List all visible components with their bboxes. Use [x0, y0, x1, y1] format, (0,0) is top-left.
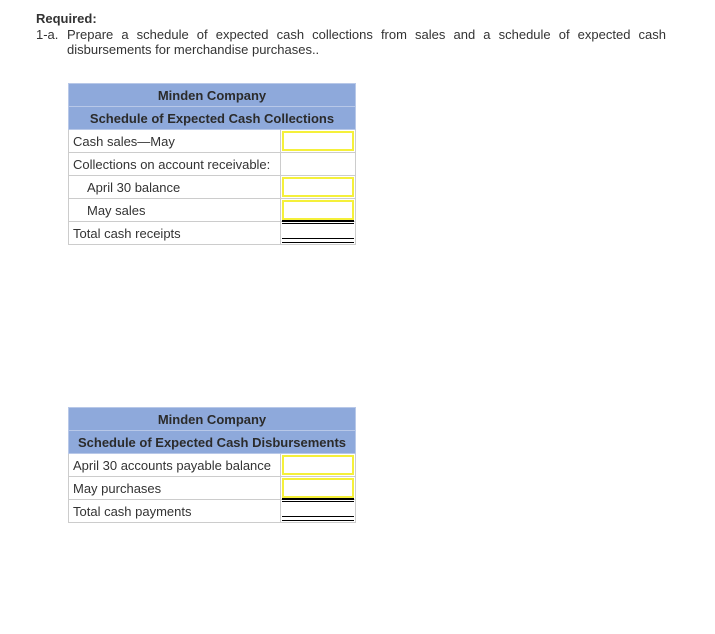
row-label: April 30 accounts payable balance [68, 453, 281, 477]
table-row: Cash sales—May [68, 129, 356, 153]
company-name: Minden Company [68, 83, 356, 107]
instruction-number: 1-a. [36, 27, 59, 42]
instruction-text: Prepare a schedule of expected cash coll… [67, 27, 666, 57]
row-label: Collections on account receivable: [68, 152, 281, 176]
company-name: Minden Company [68, 407, 356, 431]
instruction: 1-a. Prepare a schedule of expected cash… [36, 27, 666, 57]
table-row: Total cash receipts [68, 221, 356, 245]
total-cash-receipts-value [282, 223, 354, 244]
april-30-ap-balance-input[interactable] [282, 455, 354, 475]
schedule-title: Schedule of Expected Cash Disbursements [68, 430, 356, 454]
schedule-title: Schedule of Expected Cash Collections [68, 106, 356, 130]
cash-collections-schedule: Minden Company Schedule of Expected Cash… [68, 83, 356, 245]
row-label: April 30 balance [68, 175, 281, 199]
april-30-balance-input[interactable] [282, 177, 354, 197]
row-label: Total cash payments [68, 499, 281, 523]
table-row: April 30 accounts payable balance [68, 453, 356, 477]
empty-cell [280, 152, 356, 176]
total-cash-payments-value [282, 501, 354, 522]
row-label: Total cash receipts [68, 221, 281, 245]
row-label: May purchases [68, 476, 281, 500]
cash-sales-may-input[interactable] [282, 131, 354, 151]
may-sales-input[interactable] [282, 200, 354, 220]
required-heading: Required: [36, 11, 97, 26]
table-row: Total cash payments [68, 499, 356, 523]
table-row: May sales [68, 198, 356, 222]
may-purchases-input[interactable] [282, 478, 354, 498]
table-row: May purchases [68, 476, 356, 500]
row-label: May sales [68, 198, 281, 222]
table-row: April 30 balance [68, 175, 356, 199]
table-row: Collections on account receivable: [68, 152, 356, 176]
cash-disbursements-schedule: Minden Company Schedule of Expected Cash… [68, 407, 356, 523]
row-label: Cash sales—May [68, 129, 281, 153]
